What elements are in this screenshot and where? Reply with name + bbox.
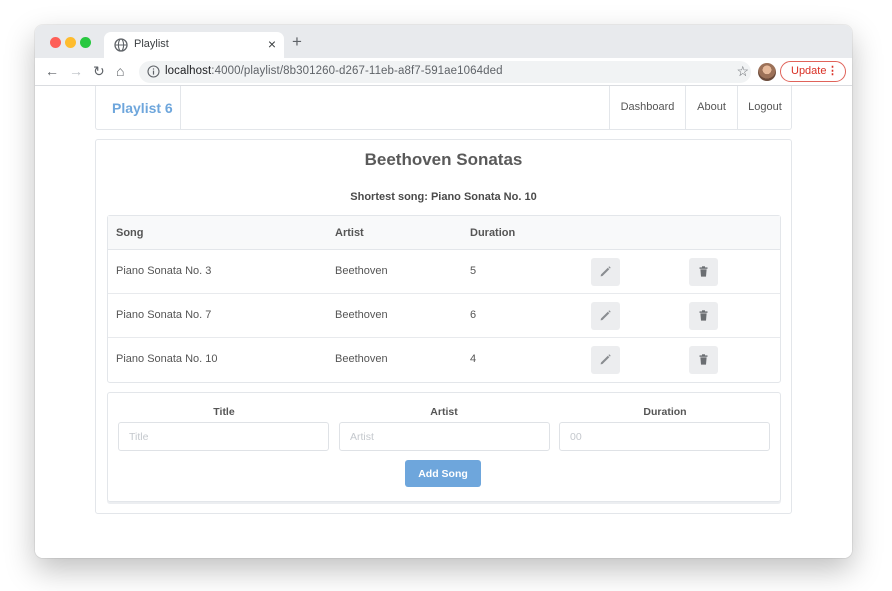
- page-content: Playlist 6 Dashboard About Logout Beetho…: [35, 86, 852, 558]
- globe-icon: [114, 38, 128, 52]
- title-label: Title: [213, 406, 235, 418]
- add-song-button[interactable]: Add Song: [405, 460, 481, 487]
- songs-table: Song Artist Duration Piano Sonata No. 3 …: [107, 215, 781, 383]
- update-label: Update: [791, 65, 827, 77]
- delete-button[interactable]: [689, 346, 718, 374]
- new-tab-button[interactable]: +: [292, 33, 302, 50]
- back-icon[interactable]: ←: [45, 63, 59, 79]
- song-title: Piano Sonata No. 10: [116, 353, 218, 365]
- pencil-icon: [600, 266, 611, 277]
- song-artist: Beethoven: [335, 309, 388, 321]
- menu-dots-icon: ⋮: [827, 65, 838, 77]
- trash-icon: [699, 310, 708, 321]
- song-duration: 6: [470, 309, 477, 321]
- edit-button[interactable]: [591, 346, 620, 374]
- artist-label: Artist: [430, 406, 458, 418]
- forward-icon[interactable]: →: [69, 63, 83, 79]
- nav-link-about[interactable]: About: [685, 86, 737, 129]
- bookmark-star-icon[interactable]: ☆: [736, 63, 749, 80]
- shortest-song-text: Shortest song: Piano Sonata No. 10: [350, 191, 537, 203]
- browser-tab[interactable]: Playlist ×: [104, 32, 284, 58]
- song-title: Piano Sonata No. 7: [116, 309, 212, 321]
- minimize-window-button[interactable]: [65, 37, 76, 48]
- browser-window: Playlist × + ← → ↻ ⌂ localhost:4000/play…: [35, 25, 852, 558]
- header-duration: Duration: [470, 227, 516, 239]
- trash-icon: [699, 354, 708, 365]
- artist-input[interactable]: [339, 422, 550, 451]
- edit-button[interactable]: [591, 302, 620, 330]
- song-duration: 4: [470, 353, 477, 365]
- duration-label: Duration: [643, 406, 687, 418]
- tab-close-icon[interactable]: ×: [268, 36, 276, 52]
- table-row: Piano Sonata No. 10 Beethoven 4: [108, 338, 780, 382]
- profile-avatar[interactable]: [758, 63, 776, 81]
- tab-title: Playlist: [134, 38, 169, 50]
- brand-link[interactable]: Playlist 6: [96, 86, 181, 129]
- close-window-button[interactable]: [50, 37, 61, 48]
- table-row: Piano Sonata No. 7 Beethoven 6: [108, 294, 780, 338]
- url-text: localhost:4000/playlist/8b301260-d267-11…: [165, 65, 503, 77]
- browser-toolbar: ← → ↻ ⌂ localhost:4000/playlist/8b301260…: [35, 58, 852, 86]
- home-icon[interactable]: ⌂: [116, 63, 124, 79]
- update-button[interactable]: Update ⋮: [780, 61, 846, 82]
- song-title: Piano Sonata No. 3: [116, 265, 212, 277]
- title-input[interactable]: [118, 422, 329, 451]
- song-artist: Beethoven: [335, 265, 388, 277]
- nav-link-logout[interactable]: Logout: [737, 86, 792, 129]
- url-path: :4000/playlist/8b301260-d267-11eb-a8f7-5…: [211, 65, 503, 77]
- top-navbar: Playlist 6 Dashboard About Logout: [95, 86, 792, 130]
- url-host: localhost: [165, 65, 212, 77]
- delete-button[interactable]: [689, 302, 718, 330]
- address-bar[interactable]: localhost:4000/playlist/8b301260-d267-11…: [139, 61, 751, 83]
- brand-label: Playlist 6: [112, 100, 173, 116]
- duration-input[interactable]: [559, 422, 770, 451]
- pencil-icon: [600, 354, 611, 365]
- song-artist: Beethoven: [335, 353, 388, 365]
- trash-icon: [699, 266, 708, 277]
- edit-button[interactable]: [591, 258, 620, 286]
- reload-icon[interactable]: ↻: [93, 63, 105, 79]
- delete-button[interactable]: [689, 258, 718, 286]
- nav-link-dashboard[interactable]: Dashboard: [609, 86, 685, 129]
- pencil-icon: [600, 310, 611, 321]
- maximize-window-button[interactable]: [80, 37, 91, 48]
- info-icon[interactable]: [147, 65, 160, 78]
- header-song: Song: [116, 227, 144, 239]
- table-row: Piano Sonata No. 3 Beethoven 5: [108, 250, 780, 294]
- table-header: Song Artist Duration: [108, 216, 780, 250]
- header-artist: Artist: [335, 227, 364, 239]
- page-title: Beethoven Sonatas: [364, 150, 523, 169]
- playlist-card: Beethoven Sonatas Shortest song: Piano S…: [95, 139, 792, 514]
- tab-strip: Playlist × +: [35, 25, 852, 58]
- add-song-form: Title Artist Duration Add Song: [107, 392, 781, 502]
- song-duration: 5: [470, 265, 477, 277]
